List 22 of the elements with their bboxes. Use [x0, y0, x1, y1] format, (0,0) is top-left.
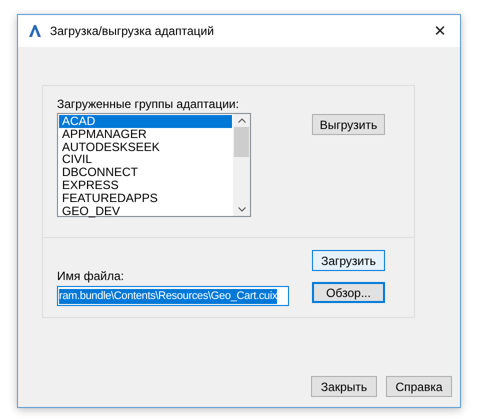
scrollbar[interactable] [233, 114, 250, 216]
scroll-up-icon[interactable] [238, 118, 246, 123]
close-button[interactable]: ✕ [420, 16, 460, 46]
dialog-button[interactable]: Закрыть [311, 376, 377, 397]
unload-button[interactable]: Выгрузить [312, 114, 385, 135]
list-item[interactable]: AUTODESKSEEK [59, 140, 232, 154]
dialog-button[interactable]: Справка [386, 376, 452, 397]
groups-label: Загруженные группы адаптации: [57, 96, 240, 112]
load-button[interactable]: Загрузить [312, 250, 385, 271]
list-item[interactable]: CIVIL [59, 153, 232, 166]
list-item[interactable]: GEO_DEV [59, 204, 232, 218]
list-item[interactable]: FEATUREDAPPS [59, 192, 232, 205]
file-name-label: Имя файла: [57, 268, 125, 284]
file-name-field[interactable]: ram.bundle\Contents\Resources\Geo_Cart.cuix [57, 286, 289, 306]
scroll-down-icon[interactable] [238, 207, 246, 212]
list-item[interactable]: EXPRESS [59, 178, 232, 192]
letter-a-logo-icon [28, 24, 42, 38]
list-item[interactable]: APPMANAGER [59, 128, 232, 141]
window-title: Загрузка/выгрузка адаптаций [50, 24, 215, 38]
list-item[interactable]: DBCONNECT [59, 166, 232, 179]
list-item[interactable]: ACAD [59, 115, 232, 128]
browse-button[interactable]: Обзор... [312, 282, 385, 303]
